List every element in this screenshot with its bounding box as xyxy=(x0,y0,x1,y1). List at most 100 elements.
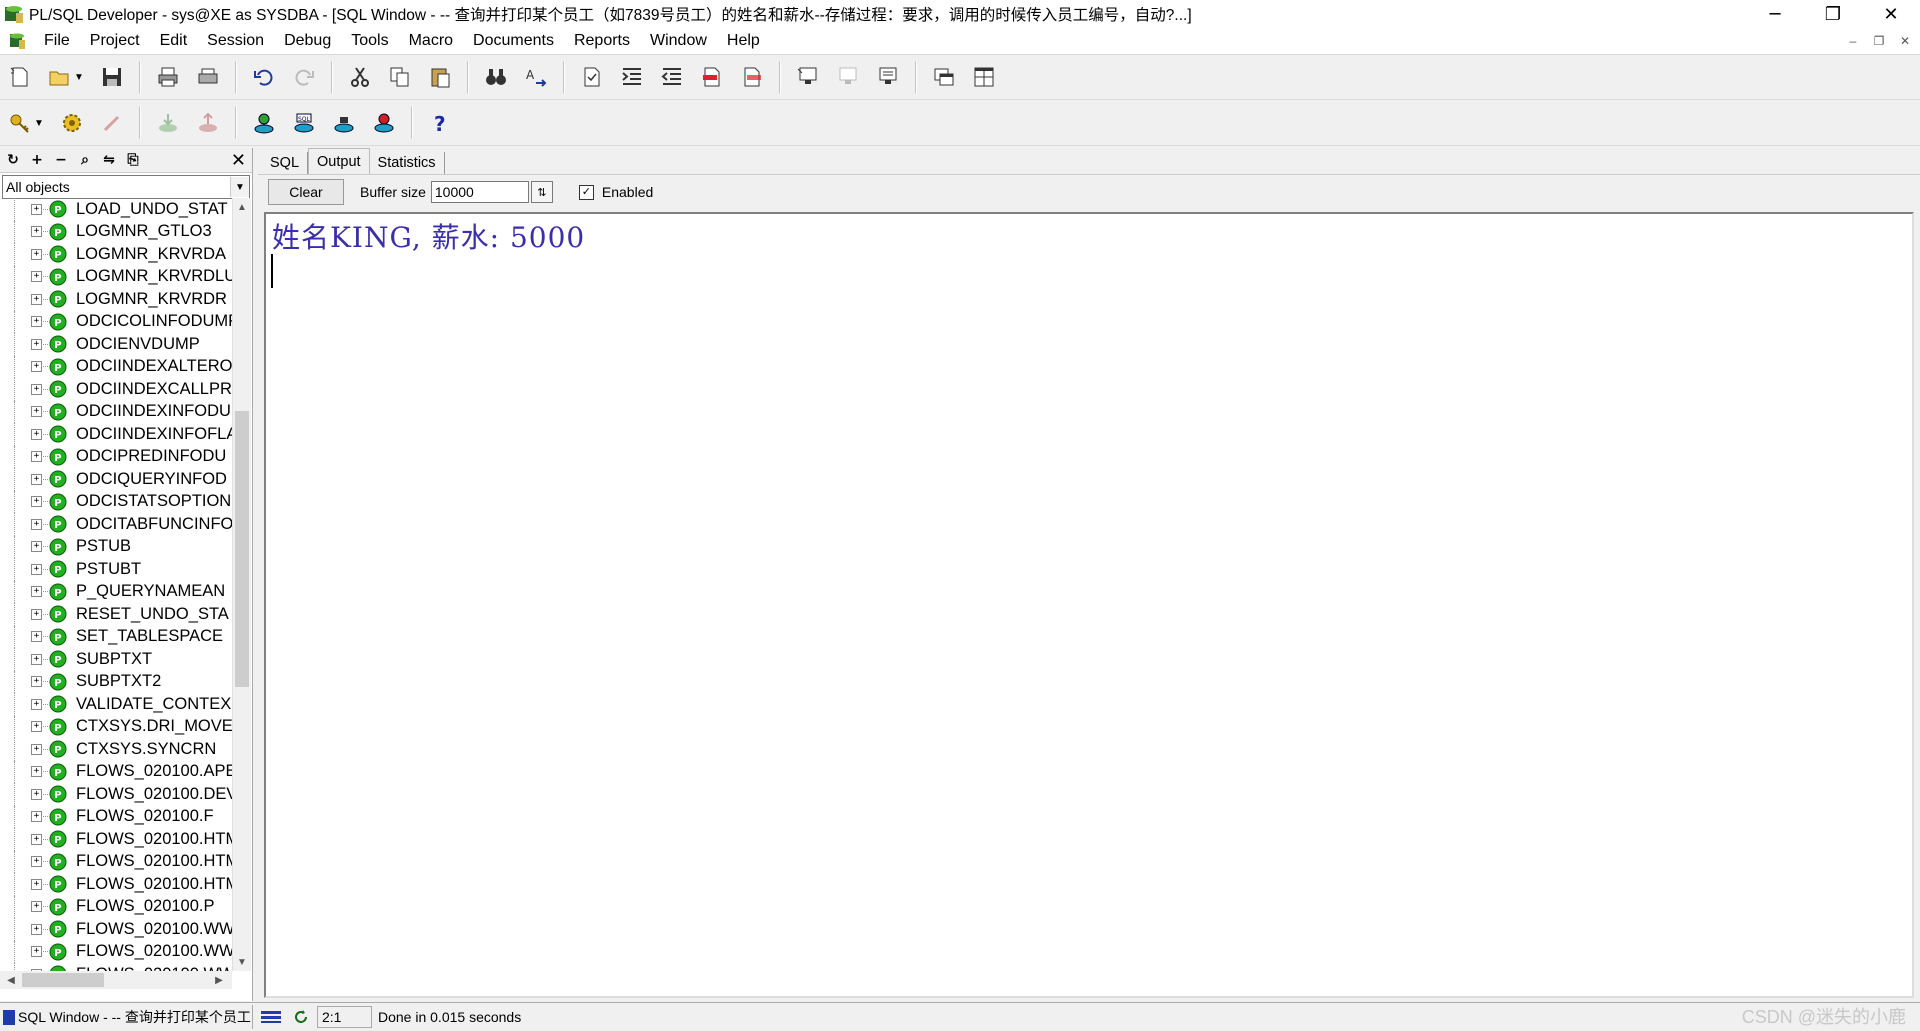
tree-item[interactable]: +PFLOWS_020100.WW xyxy=(0,918,232,941)
unindent-button[interactable] xyxy=(657,62,687,92)
tree-item[interactable]: + P ODCITABFUNCINFO xyxy=(0,513,232,536)
tree-item[interactable]: + P ODCIINDEXINFOFLA xyxy=(0,423,232,446)
comment-button[interactable] xyxy=(697,62,727,92)
object-filter-select[interactable]: All objects ▼ xyxy=(2,175,250,199)
filter-icon[interactable]: ⇋ xyxy=(100,151,118,169)
tree-item[interactable]: + P FLOWS_020100.F xyxy=(0,805,232,828)
tree-item[interactable]: + P LOGMNR_GTLO3 xyxy=(0,220,232,243)
command-window-button[interactable]: SQL xyxy=(289,108,319,138)
help-button[interactable]: ? xyxy=(425,108,455,138)
tree-item[interactable]: + P ODCIQUERYINFOD xyxy=(0,468,232,491)
scroll-right-icon[interactable]: ▶ xyxy=(210,971,228,989)
tree-item[interactable]: + P FLOWS_020100.P xyxy=(0,895,232,918)
menu-debug[interactable]: Debug xyxy=(274,28,341,54)
tab-output[interactable]: Output xyxy=(308,148,370,174)
tree-item[interactable]: + P LOAD_UNDO_STAT xyxy=(0,198,232,221)
tree-item[interactable]: + P SET_TABLESPACE xyxy=(0,625,232,648)
tree-item[interactable]: + P LOGMNR_KRVRDA xyxy=(0,243,232,266)
select-all-button[interactable] xyxy=(577,62,607,92)
menu-help[interactable]: Help xyxy=(717,28,770,54)
buffer-size-input[interactable]: 10000 xyxy=(430,181,529,203)
explain-button[interactable] xyxy=(873,62,903,92)
window-list-item[interactable]: SQL Window - -- 查询并打印某个员工 xyxy=(0,1005,253,1029)
find-button[interactable] xyxy=(481,62,511,92)
menu-session[interactable]: Session xyxy=(197,28,274,54)
save-button[interactable] xyxy=(97,62,127,92)
menu-project[interactable]: Project xyxy=(80,28,150,54)
menu-edit[interactable]: Edit xyxy=(150,28,198,54)
tree-item[interactable]: +PFLOWS_020100.WW xyxy=(0,940,232,963)
copy-button[interactable] xyxy=(385,62,415,92)
scroll-left-icon[interactable]: ◀ xyxy=(2,971,20,989)
open-dropdown-icon[interactable]: ▼ xyxy=(74,72,86,83)
tree-item[interactable]: + P ODCIENVDUMP xyxy=(0,333,232,356)
hscroll-thumb[interactable] xyxy=(22,973,104,987)
enabled-checkbox[interactable]: ✓ xyxy=(578,184,594,200)
tree-item[interactable]: + P LOGMNR_KRVRDLU xyxy=(0,265,232,288)
tree-item[interactable]: + P PSTUB xyxy=(0,535,232,558)
tree-item[interactable]: + P P_QUERYNAMEAN xyxy=(0,580,232,603)
replace-button[interactable]: A xyxy=(521,62,551,92)
sql-window-button[interactable] xyxy=(249,108,279,138)
tree-item[interactable]: + P CTXSYS.DRI_MOVE xyxy=(0,715,232,738)
mdi-minimize-button[interactable]: – xyxy=(1842,31,1864,51)
mdi-restore-button[interactable]: ❐ xyxy=(1868,31,1890,51)
expand-icon[interactable]: + xyxy=(28,151,46,169)
tree-item[interactable]: + P RESET_UNDO_STA xyxy=(0,603,232,626)
scroll-down-icon[interactable]: ▼ xyxy=(233,953,251,971)
tree-item[interactable]: + P LOGMNR_KRVRDR xyxy=(0,288,232,311)
tree-item[interactable]: + P CTXSYS.SYNCRN xyxy=(0,738,232,761)
execute-button[interactable] xyxy=(793,62,823,92)
cut-button[interactable] xyxy=(345,62,375,92)
mdi-window-icon[interactable] xyxy=(8,31,28,51)
test-window-button[interactable] xyxy=(369,108,399,138)
tree-item[interactable]: + P FLOWS_020100.HTM xyxy=(0,828,232,851)
tree-item[interactable]: + P ODCICOLINFODUMP xyxy=(0,310,232,333)
open-button[interactable] xyxy=(45,62,75,92)
print-preview-button[interactable] xyxy=(193,62,223,92)
explain-plan-button[interactable] xyxy=(329,108,359,138)
tree-item[interactable]: + P FLOWS_020100.APE xyxy=(0,760,232,783)
tree-item[interactable]: + P ODCIINDEXCALLPR xyxy=(0,378,232,401)
tab-statistics[interactable]: Statistics xyxy=(370,152,445,174)
menu-window[interactable]: Window xyxy=(640,28,717,54)
tree-item[interactable]: + P FLOWS_020100.HTM xyxy=(0,873,232,896)
window-list-button[interactable] xyxy=(929,62,959,92)
tree-vertical-scrollbar[interactable]: ▲ ▼ xyxy=(232,198,251,971)
output-text-area[interactable]: 姓名KING, 薪水: 5000 xyxy=(264,212,1914,998)
tree-item[interactable]: + P PSTUBT xyxy=(0,558,232,581)
log-on-button[interactable] xyxy=(5,108,35,138)
log-on-dropdown-icon[interactable]: ▼ xyxy=(34,118,46,129)
minimize-button[interactable]: ─ xyxy=(1746,0,1804,28)
tile-button[interactable] xyxy=(969,62,999,92)
undo-button[interactable] xyxy=(249,62,279,92)
tree-item[interactable]: + P SUBPTXT2 xyxy=(0,670,232,693)
menu-file[interactable]: File xyxy=(34,28,80,54)
new-button[interactable] xyxy=(5,62,35,92)
menu-documents[interactable]: Documents xyxy=(463,28,564,54)
paste-button[interactable] xyxy=(425,62,455,92)
collapse-icon[interactable]: − xyxy=(52,151,70,169)
tree-item[interactable]: + P FLOWS_020100.DEV xyxy=(0,783,232,806)
tree-horizontal-scrollbar[interactable]: ◀ ▶ xyxy=(0,971,232,989)
close-panel-icon[interactable]: ✕ xyxy=(231,150,246,171)
tree-item[interactable]: +PFLOWS_020100.WW xyxy=(0,963,232,971)
menu-tools[interactable]: Tools xyxy=(341,28,398,54)
tree-item[interactable]: + P ODCIPREDINFODU xyxy=(0,445,232,468)
chevron-down-icon[interactable]: ▼ xyxy=(230,177,249,197)
find-icon[interactable]: ⌕ xyxy=(76,151,94,169)
object-tree[interactable]: + P LOAD_UNDO_STAT + P LOGMNR_GTLO3 + P LOGMNR_K… xyxy=(0,198,232,971)
tree-item[interactable]: + P FLOWS_020100.HTM xyxy=(0,850,232,873)
buffer-size-spinner-icon[interactable]: ⇅ xyxy=(530,181,553,203)
tree-item[interactable]: + P ODCIINDEXINFODU xyxy=(0,400,232,423)
tree-item[interactable]: + P SUBPTXT xyxy=(0,648,232,671)
scroll-up-icon[interactable]: ▲ xyxy=(233,198,251,216)
properties-icon[interactable]: ⎘ xyxy=(124,151,142,169)
close-button[interactable]: ✕ xyxy=(1862,0,1920,28)
menu-reports[interactable]: Reports xyxy=(564,28,640,54)
clear-button[interactable]: Clear xyxy=(268,179,344,205)
tree-item[interactable]: + P ODCISTATSOPTION xyxy=(0,490,232,513)
compile-button[interactable] xyxy=(57,108,87,138)
tree-item[interactable]: + P ODCIINDEXALTEROP xyxy=(0,355,232,378)
indent-button[interactable] xyxy=(617,62,647,92)
